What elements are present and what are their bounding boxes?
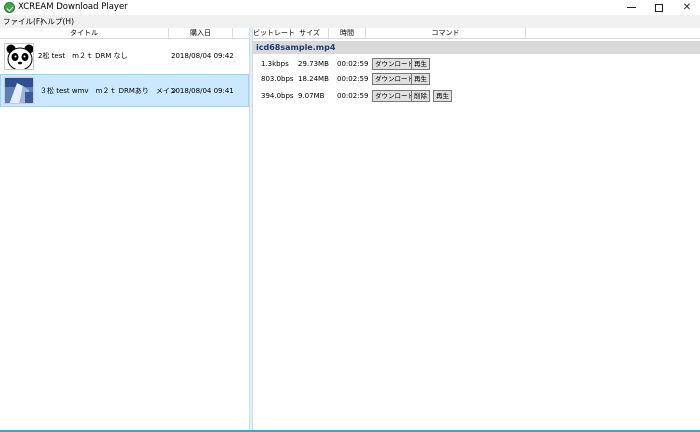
row-title: 2松 test m２ｔ DRM なし [38,52,128,60]
file-group-title: icd68sample.mp4 [253,41,700,54]
minimize-button[interactable] [616,0,646,15]
size-value: 18.24MB [298,75,329,83]
file-row[interactable]: 394.0bps 9.07MB 00:02:59 ダウンロード 削除 再生 [253,89,700,104]
duration-value: 00:02:59 [337,92,369,100]
close-icon: ✕ [682,2,692,13]
maximize-button[interactable] [644,0,674,15]
row-purchase-date: 2018/08/04 09:41 [171,87,234,95]
panda-thumbnail [4,43,34,70]
bitrate-value: 1.3kbps [261,60,289,68]
duration-value: 00:02:59 [337,60,369,68]
close-button[interactable]: ✕ [672,0,700,15]
column-header-purchase-date[interactable]: 購入日 [169,28,233,39]
photo-thumbnail [4,77,34,104]
xcream-app-icon[interactable] [4,2,15,13]
duration-value: 00:02:59 [337,75,369,83]
column-header-bitrate[interactable]: ビットレート [253,28,295,39]
column-header-title[interactable]: タイトル [0,28,169,39]
delete-button[interactable]: 削除 [411,90,430,102]
file-row[interactable]: 1.3kbps 29.73MB 00:02:59 ダウンロード 再生 [253,57,700,72]
title-list-header: タイトル 購入日 [0,28,249,39]
column-header-duration[interactable]: 時間 [329,28,366,39]
file-row[interactable]: 803.0bps 18.24MB 00:02:59 ダウンロード 再生 [253,72,700,87]
row-title: ３松 test wmv m２ｔ DRMあり メイン [40,87,177,95]
file-detail-header: ビットレート サイズ 時間 コマンド [253,28,700,39]
play-button[interactable]: 再生 [411,73,430,85]
size-value: 29.73MB [298,60,329,68]
title-list-pane: タイトル 購入日 2松 test m２ｔ DRM なし 2018/08/04 0… [0,28,249,432]
title-bar: XCREAM Download Player ✕ [0,0,700,15]
menu-file[interactable]: ファイル(F) [3,16,43,27]
column-header-command[interactable]: コマンド [366,28,526,39]
play-button[interactable]: 再生 [433,90,452,102]
window-title: XCREAM Download Player [18,2,128,12]
menu-help[interactable]: ヘルプ(H) [40,16,74,27]
column-header-size[interactable]: サイズ [291,28,329,39]
size-value: 9.07MB [298,92,325,100]
row-purchase-date: 2018/08/04 09:42 [171,52,234,60]
menu-bar: ファイル(F) ヘルプ(H) [0,15,700,28]
minimize-icon [626,7,636,8]
bitrate-value: 394.0bps [261,92,294,100]
title-row-selected[interactable]: ３松 test wmv m２ｔ DRMあり メイン 2018/08/04 09:… [0,74,249,107]
maximize-icon [655,3,663,12]
play-button[interactable]: 再生 [411,58,430,70]
bitrate-value: 803.0bps [261,75,294,83]
file-detail-pane: ビットレート サイズ 時間 コマンド icd68sample.mp4 1.3kb… [253,28,700,432]
title-row[interactable]: 2松 test m２ｔ DRM なし 2018/08/04 09:42 [0,40,249,73]
